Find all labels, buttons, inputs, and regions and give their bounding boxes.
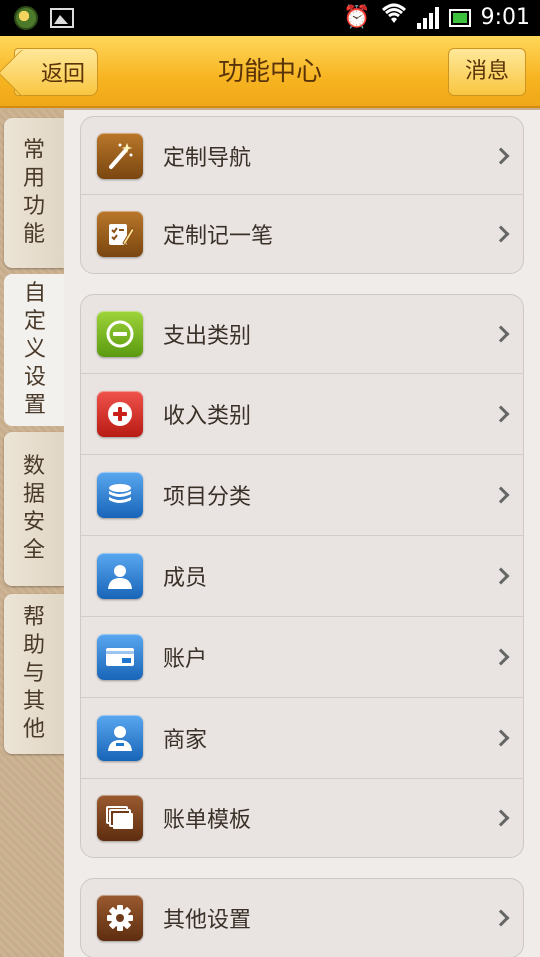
tab-char: 常 [22,138,45,163]
tab-char: 能 [22,222,45,247]
list-item-custom-navigation[interactable]: 定制导航 [81,117,523,195]
back-button-label: 返回 [40,62,85,87]
chevron-right-icon [492,729,510,747]
tab-char: 据 [22,482,45,507]
chevron-right-icon [492,405,510,423]
back-button[interactable]: 返回 [14,48,98,96]
tab-custom-settings[interactable]: 自 定 义 设 置 [4,274,66,426]
checklist-edit-icon [97,211,143,257]
tab-char: 助 [22,633,45,658]
signal-icon [416,7,439,29]
settings-group-other: 其他设置 [80,878,524,957]
list-item-label: 定制记一笔 [163,224,274,249]
tab-char: 其 [22,689,45,714]
list-item-label: 成员 [163,566,208,591]
merchant-icon [97,715,143,761]
list-item-income-categories[interactable]: 收入类别 [81,374,523,455]
app-notification-icon [14,6,38,30]
tab-char: 设 [23,365,46,390]
chevron-right-icon [492,325,510,343]
list-item-merchants[interactable]: 商家 [81,698,523,779]
tab-char: 自 [23,281,46,306]
main-content: 定制导航 定制记一笔 支出类别 收入类别 项目分类 成员 账户 商家 账单模板 … [64,110,540,957]
card-icon [97,634,143,680]
list-item-label: 项目分类 [163,485,252,510]
gear-icon [97,895,143,941]
tab-char: 定 [23,309,46,334]
chevron-right-icon [492,567,510,585]
list-item-label: 定制导航 [163,145,252,171]
list-item-label: 账单模板 [163,808,252,833]
list-item-members[interactable]: 成员 [81,536,523,617]
status-bar: ⏰ 9:01 [0,0,540,36]
battery-icon [448,9,471,27]
template-icon [97,795,143,841]
list-item-label: 账户 [163,647,208,672]
image-notification-icon [50,8,74,28]
tab-help-and-other[interactable]: 帮 助 与 其 他 [4,594,64,754]
list-item-project-categories[interactable]: 项目分类 [81,455,523,536]
stack-icon [97,472,143,518]
list-item-label: 支出类别 [163,324,252,349]
tab-char: 与 [22,661,45,686]
wifi-icon [381,3,407,34]
tab-common-functions[interactable]: 常 用 功 能 [4,118,64,268]
chevron-right-icon [492,648,510,666]
tab-data-security[interactable]: 数 据 安 全 [4,432,64,586]
chevron-right-icon [492,809,510,827]
chevron-right-icon [492,486,510,504]
plus-circle-icon [97,391,143,437]
list-item-label: 商家 [163,728,208,753]
person-icon [97,553,143,599]
status-time: 9:01 [480,5,530,30]
tab-char: 功 [22,194,45,219]
list-item-bill-templates[interactable]: 账单模板 [81,779,523,857]
tab-char: 置 [23,393,46,418]
magic-wand-icon [97,132,143,179]
list-item-label: 收入类别 [163,404,252,429]
list-item-other-settings[interactable]: 其他设置 [81,879,523,957]
sidebar: 常 用 功 能 自 定 义 设 置 数 据 安 全 帮 助 与 其 他 [0,110,66,957]
list-item-accounts[interactable]: 账户 [81,617,523,698]
tab-char: 帮 [22,605,45,630]
app-header: 功能中心 返回 消息 [0,36,540,108]
settings-group-customize: 定制导航 定制记一笔 [80,116,524,274]
list-item-expense-categories[interactable]: 支出类别 [81,295,523,374]
chevron-right-icon [492,909,510,927]
list-item-custom-quick-entry[interactable]: 定制记一笔 [81,195,523,273]
message-button[interactable]: 消息 [448,48,526,96]
list-item-label: 其他设置 [163,908,252,933]
minus-circle-icon [97,311,143,357]
tab-char: 安 [22,510,45,535]
tab-char: 全 [22,538,45,563]
chevron-right-icon [492,225,510,243]
chevron-right-icon [492,147,510,164]
tab-char: 数 [22,454,45,479]
alarm-icon: ⏰ [343,5,371,30]
tab-char: 他 [22,717,45,742]
tab-char: 义 [23,337,46,362]
settings-group-categories: 支出类别 收入类别 项目分类 成员 账户 商家 账单模板 [80,294,524,858]
tab-char: 用 [22,166,45,191]
